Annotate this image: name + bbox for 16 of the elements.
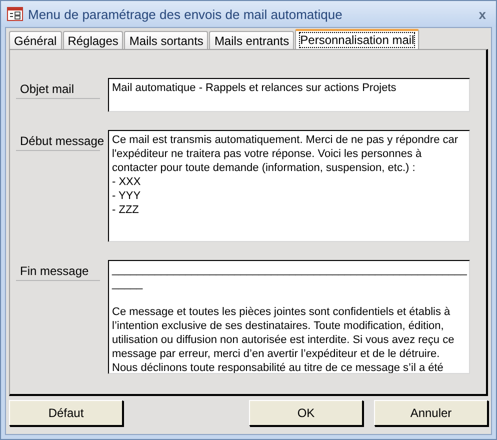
close-button[interactable]: x — [474, 6, 490, 22]
default-button[interactable]: Défaut — [9, 400, 123, 426]
text-field[interactable]: Ce mail est transmis automatiquement. Merci de ne pas y répondre car l'expéditeur ne traitera pas votre réponse. Voici les personnes à contacter pour toute demande (information, suspension, etc.) : - XXX - YYY - ZZZ — [108, 130, 470, 242]
ok-button[interactable]: OK — [249, 400, 363, 426]
tab[interactable]: Général — [9, 31, 62, 49]
tab[interactable]: Personnalisation mail — [295, 29, 420, 49]
text-field[interactable]: Mail automatique - Rappels et relances sur actions Projets — [108, 78, 470, 112]
field-label: Fin message — [16, 260, 100, 281]
cancel-button[interactable]: Annuler — [374, 400, 488, 426]
tab[interactable]: Mails entrants — [209, 31, 294, 49]
tab[interactable]: Mails sortants — [124, 31, 208, 49]
tab[interactable]: Réglages — [62, 31, 124, 49]
text-field[interactable]: __________________________________________________________ _____ Ce message et toutes les pièces jointes sont confidentiels et établis à l’intention exclusive de ses destinataires. Toute modification, édition, utilisation ou diffusion non autorisée est interdite. Si vous avez reçu ce message par erreur, merci d’en avertir l’expéditeur et de le détruire. Nous déclinons toute responsabilité au titre de ce message s’il a été — [108, 260, 470, 374]
window-title: Menu de paramétrage des envois de mail automatique — [28, 6, 344, 22]
field-label: Objet mail — [16, 78, 100, 99]
form-icon — [7, 7, 23, 21]
